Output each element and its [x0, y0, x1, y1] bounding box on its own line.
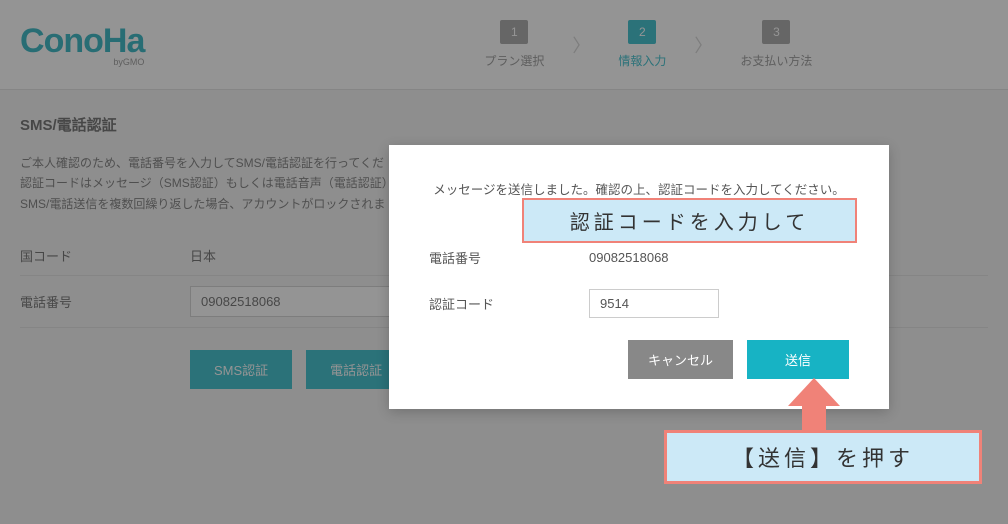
modal-phone-row: 電話番号 09082518068 — [429, 248, 849, 267]
modal-phone-value: 09082518068 — [589, 250, 669, 265]
cancel-button[interactable]: キャンセル — [628, 340, 733, 379]
code-input[interactable] — [589, 289, 719, 318]
verify-modal: メッセージを送信しました。確認の上、認証コードを入力してください。 電話番号 0… — [389, 145, 889, 409]
modal-overlay: メッセージを送信しました。確認の上、認証コードを入力してください。 電話番号 0… — [0, 0, 1008, 524]
modal-code-row: 認証コード — [429, 289, 849, 318]
modal-phone-label: 電話番号 — [429, 248, 589, 267]
modal-message: メッセージを送信しました。確認の上、認証コードを入力してください。 — [429, 179, 849, 198]
submit-button[interactable]: 送信 — [747, 340, 849, 379]
annotation-enter-code: 認証コードを入力して — [522, 198, 857, 243]
annotation-press-submit: 【送信】を押す — [664, 430, 982, 484]
modal-code-label: 認証コード — [429, 294, 589, 313]
modal-buttons: キャンセル 送信 — [429, 340, 849, 379]
